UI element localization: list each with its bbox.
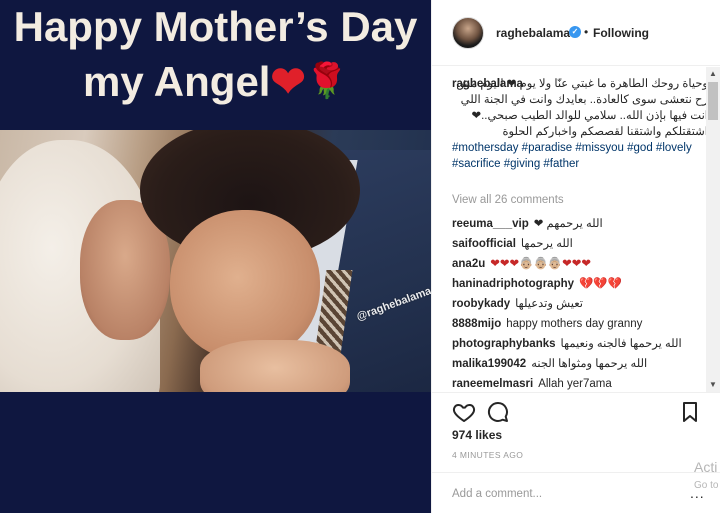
media-title-text: my Angel bbox=[82, 58, 271, 105]
view-all-comments-link[interactable]: View all 26 comments bbox=[452, 194, 564, 206]
post-caption: raghebalama وحياة روحك الطاهرة ما غبتي ع… bbox=[452, 76, 708, 172]
media-title-line2: my Angel❤🌹 bbox=[0, 54, 431, 109]
comment-text: الله يرحمها ومثواها الجنه bbox=[531, 358, 648, 370]
post-photo: @raghebalama bbox=[0, 130, 431, 392]
header-separator: • bbox=[584, 25, 589, 39]
heart-emoji: ❤ bbox=[270, 58, 306, 105]
comment-row: 8888mijo happy mothers day granny bbox=[452, 315, 702, 335]
comment-row: haninadriphotography 💔💔💔 bbox=[452, 275, 702, 295]
avatar[interactable] bbox=[452, 17, 484, 49]
heart-outline-icon[interactable] bbox=[452, 400, 476, 424]
media-title-line1: Happy Mother’s Day bbox=[13, 3, 418, 50]
comment-username[interactable]: haninadriphotography bbox=[452, 278, 574, 290]
photo-hands bbox=[200, 340, 350, 392]
post-header: raghebalama ✓ • Following bbox=[432, 0, 720, 66]
add-comment-input[interactable] bbox=[452, 485, 682, 503]
post-media[interactable]: Happy Mother’s Day my Angel❤🌹 @raghebala… bbox=[0, 0, 431, 513]
comment-text: تعيش وتدعيلها bbox=[515, 298, 583, 310]
os-activation-overlay-sub: Go to bbox=[694, 480, 719, 491]
comment-row: malika199042 الله يرحمها ومثواها الجنه bbox=[452, 355, 702, 375]
scrollbar-thumb[interactable] bbox=[708, 82, 718, 120]
bookmark-icon[interactable] bbox=[678, 400, 702, 424]
comment-text: 💔💔💔 bbox=[579, 278, 622, 290]
os-activation-overlay: Acti bbox=[694, 459, 718, 475]
post-timestamp[interactable]: 4 MINUTES AGO bbox=[452, 450, 523, 460]
comment-text: الله يرحمها فالجنه ونعيمها bbox=[560, 338, 682, 350]
comment-username[interactable]: 8888mijo bbox=[452, 318, 501, 330]
comment-username[interactable]: photographybanks bbox=[452, 338, 556, 350]
comment-row: roobykady تعيش وتدعيلها bbox=[452, 295, 702, 315]
add-comment-bar: ... bbox=[432, 472, 720, 513]
comment-text: ❤❤❤👵🏼👵🏼👵🏼❤❤❤ bbox=[490, 258, 592, 270]
likes-count[interactable]: 974 likes bbox=[452, 428, 502, 442]
following-button[interactable]: Following bbox=[593, 26, 649, 40]
comment-row: reeuma___vip الله يرحمهم ❤ bbox=[452, 215, 702, 235]
header-username[interactable]: raghebalama bbox=[496, 26, 570, 40]
comment-row: raneemelmasri Allah yer7ama bbox=[452, 375, 702, 392]
comment-username[interactable]: ana2u bbox=[452, 258, 485, 270]
caption-hashtags[interactable]: #mothersday #paradise #missyou #god #lov… bbox=[452, 142, 692, 170]
comment-bubble-icon[interactable] bbox=[486, 400, 510, 424]
caption-text: وحياة روحك الطاهرة ما غبتي عنّا ولا يوم … bbox=[456, 78, 708, 138]
comment-text: الله يرحمها bbox=[520, 238, 573, 250]
comment-row: photographybanks الله يرحمها فالجنه ونعيم… bbox=[452, 335, 702, 355]
comment-username[interactable]: saifoofficial bbox=[452, 238, 516, 250]
comments-scrollbar[interactable]: ▲ ▼ bbox=[706, 67, 720, 392]
comment-username[interactable]: raneemelmasri bbox=[452, 378, 533, 390]
comments-list[interactable]: raghebalama وحياة روحك الطاهرة ما غبتي ع… bbox=[432, 67, 720, 392]
comment-text: happy mothers day granny bbox=[506, 318, 643, 330]
comment-username[interactable]: roobykady bbox=[452, 298, 510, 310]
comment-username[interactable]: reeuma___vip bbox=[452, 218, 529, 230]
scroll-up-arrow-icon[interactable]: ▲ bbox=[706, 67, 720, 81]
comment-text: الله يرحمهم ❤ bbox=[533, 218, 603, 230]
photo-son-face bbox=[170, 210, 320, 360]
comment-text: Allah yer7ama bbox=[538, 378, 612, 390]
rose-emoji: 🌹 bbox=[305, 62, 349, 100]
verified-badge-icon: ✓ bbox=[569, 26, 581, 38]
comment-row: ana2u ❤❤❤👵🏼👵🏼👵🏼❤❤❤ bbox=[452, 255, 702, 275]
scroll-down-arrow-icon[interactable]: ▼ bbox=[706, 378, 720, 392]
comment-username[interactable]: malika199042 bbox=[452, 358, 526, 370]
post-side-panel: raghebalama ✓ • Following raghebalama وح… bbox=[431, 0, 720, 513]
comment-row: saifoofficial الله يرحمها bbox=[452, 235, 702, 255]
